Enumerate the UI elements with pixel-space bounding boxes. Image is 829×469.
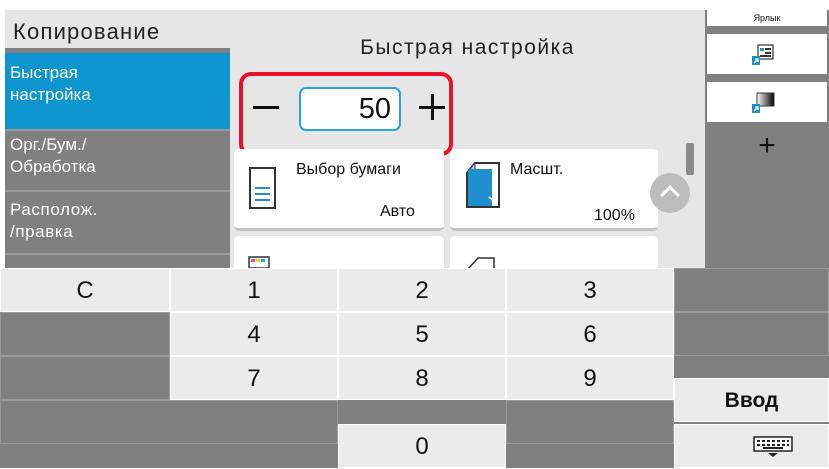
key-2[interactable]: 2 <box>338 268 506 312</box>
key-8[interactable]: 8 <box>338 356 506 400</box>
key-9[interactable]: 9 <box>506 356 674 400</box>
minus-icon[interactable] <box>249 90 283 124</box>
clear-key[interactable]: C <box>0 268 170 312</box>
shortcut-panel: Ярлык + <box>705 10 829 268</box>
shortcut-button-1[interactable] <box>707 34 827 74</box>
sidebar-item-label: Располож. <box>10 200 98 219</box>
paper-selection-value: Авто <box>380 203 415 220</box>
quick-setup-panel: Быстрая настройка 50 Выбор бумаги Авто М… <box>230 10 705 268</box>
paper-tray-icon <box>249 167 276 209</box>
color-select-button[interactable] <box>234 236 444 268</box>
key-1[interactable]: 1 <box>170 268 338 312</box>
empty-key <box>674 312 829 356</box>
empty-key <box>0 356 170 400</box>
empty-key <box>0 312 170 356</box>
sidebar-item-label: настройка <box>10 85 91 104</box>
sidebar-item-label: Обработка <box>10 157 96 176</box>
divider <box>5 253 230 255</box>
sidebar-item-label: Орг./Бум./ <box>10 135 87 154</box>
zoom-button[interactable]: Масшт. 100% <box>450 149 658 231</box>
page-title: Быстрая настройка <box>360 36 575 59</box>
shortcut-density-icon <box>752 92 775 113</box>
sidebar-item-paper-finishing[interactable]: Орг./Бум./ Обработка <box>5 129 230 189</box>
key-7[interactable]: 7 <box>170 356 338 400</box>
numeric-keypad: C 1 2 3 4 5 6 7 8 9 Ввод 0 <box>0 268 829 468</box>
copy-screen: Копирование Быстрая настройка Орг./Бум./… <box>0 0 829 468</box>
empty-key <box>674 268 829 312</box>
shortcut-image-icon <box>752 44 774 65</box>
scrollbar[interactable] <box>686 143 694 175</box>
sidebar: Копирование Быстрая настройка Орг./Бум./… <box>5 10 230 268</box>
paper-selection-button[interactable]: Выбор бумаги Авто <box>234 149 444 231</box>
enter-key[interactable]: Ввод <box>674 378 829 422</box>
empty-key <box>506 400 674 444</box>
key-5[interactable]: 5 <box>338 312 506 356</box>
zoom-icon <box>465 161 500 208</box>
sidebar-item-layout-edit[interactable]: Располож. /правка <box>5 191 230 251</box>
add-shortcut-button[interactable]: + <box>707 131 827 161</box>
keyboard-icon <box>753 436 793 457</box>
zoom-value: 100% <box>594 207 635 224</box>
key-6[interactable]: 6 <box>506 312 674 356</box>
empty-key <box>0 400 338 444</box>
duplex-icon <box>467 257 495 268</box>
keyboard-button[interactable] <box>674 424 829 468</box>
copies-input[interactable]: 50 <box>299 87 401 131</box>
paper-selection-label: Выбор бумаги <box>296 161 401 178</box>
sidebar-item-label: Быстрая <box>10 63 78 82</box>
zoom-label: Масшт. <box>510 161 564 178</box>
plus-icon[interactable] <box>415 90 449 124</box>
key-0[interactable]: 0 <box>338 424 506 468</box>
chevron-up-icon[interactable] <box>650 173 690 213</box>
color-select-icon <box>248 256 270 268</box>
shortcut-title: Ярлык <box>707 10 827 26</box>
sidebar-item-label: /правка <box>10 222 74 241</box>
key-4[interactable]: 4 <box>170 312 338 356</box>
sidebar-item-quick-setup[interactable]: Быстрая настройка <box>5 53 230 129</box>
sidebar-title: Копирование <box>5 10 230 48</box>
shortcut-button-2[interactable] <box>707 82 827 122</box>
key-3[interactable]: 3 <box>506 268 674 312</box>
duplex-button[interactable] <box>450 236 658 268</box>
